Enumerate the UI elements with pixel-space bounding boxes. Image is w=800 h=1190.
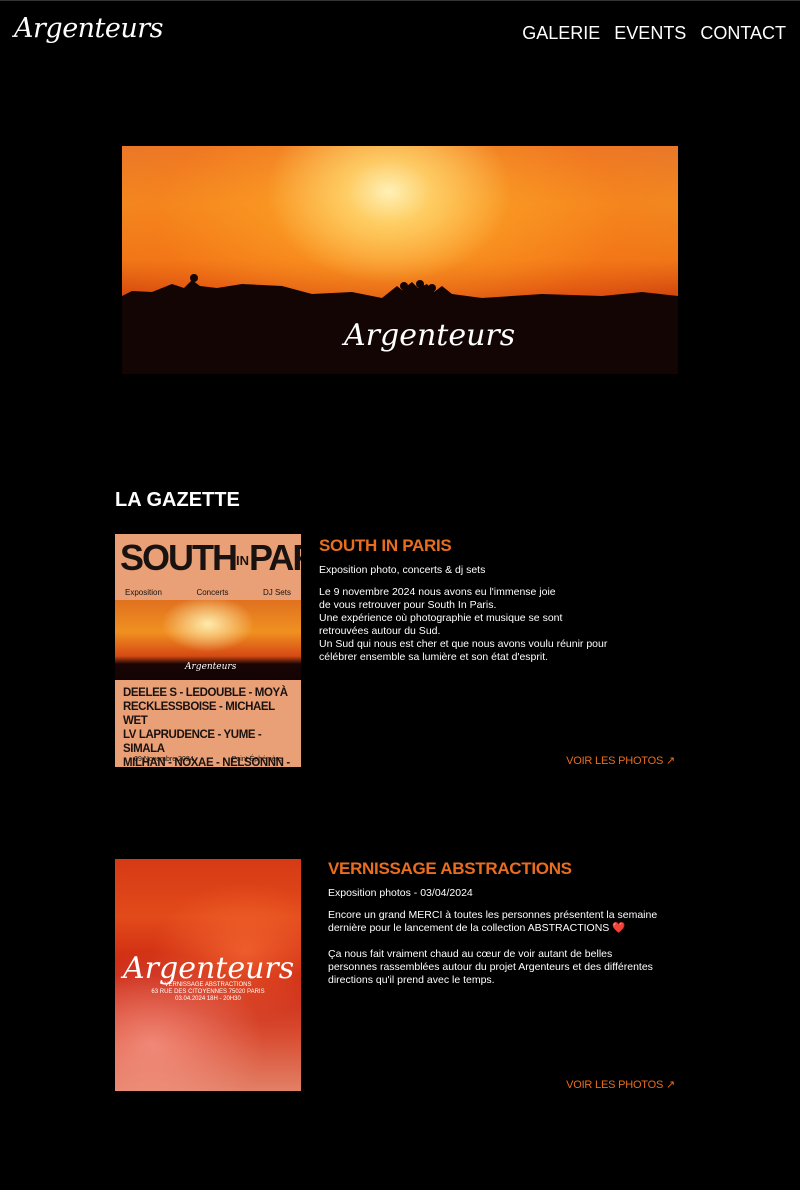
view-photos-link[interactable]: VOIR LES PHOTOS ↗	[566, 754, 675, 767]
poster-headline: SOUTHINPARIS	[120, 537, 301, 578]
nav-events[interactable]: EVENTS	[614, 23, 686, 44]
hero-logo: Argenteurs	[344, 318, 516, 353]
poster-photo: Argenteurs	[115, 600, 301, 680]
article-title[interactable]: SOUTH IN PARIS	[319, 536, 679, 556]
article-meta: Exposition photos - 03/04/2024	[328, 887, 473, 899]
poster-details: VERNISSAGE ABSTRACTIONS 63 RUE DES CITOY…	[151, 982, 265, 1002]
article-title[interactable]: VERNISSAGE ABSTRACTIONS	[328, 859, 688, 879]
article-south-in-paris: SOUTH IN PARIS Exposition photo, concert…	[319, 536, 679, 664]
article-body: Encore un grand MERCI à toutes les perso…	[328, 909, 658, 986]
south-in-paris-poster[interactable]: SOUTHINPARIS Exposition Concerts DJ Sets…	[115, 534, 301, 767]
article-body: Le 9 novembre 2024 nous avons eu l'immen…	[319, 586, 608, 663]
gazette-title: LA GAZETTE	[115, 489, 240, 511]
site-logo[interactable]: Argenteurs	[14, 13, 164, 44]
hero-banner: Argenteurs	[122, 146, 678, 374]
poster-photo-logo: Argenteurs	[185, 662, 237, 672]
poster-subheads: Exposition Concerts DJ Sets	[125, 588, 291, 597]
article-meta: Exposition photo, concerts & dj sets	[319, 564, 486, 576]
poster-footer: 09 Novembre 2024 Point Éphémère	[134, 756, 282, 763]
nav-contact[interactable]: CONTACT	[700, 23, 786, 44]
nav-galerie[interactable]: GALERIE	[522, 23, 600, 44]
abstractions-poster[interactable]: Argenteurs VERNISSAGE ABSTRACTIONS 63 RU…	[115, 859, 301, 1091]
poster-logo: Argenteurs	[123, 951, 295, 986]
main-nav: GALERIE EVENTS CONTACT	[522, 23, 786, 44]
view-photos-link[interactable]: VOIR LES PHOTOS ↗	[566, 1078, 675, 1091]
poster-lineup: DEELEE S - LEDOUBLE - MOYÀ RECKLESSBOISE…	[123, 687, 290, 767]
article-vernissage: VERNISSAGE ABSTRACTIONS Exposition photo…	[328, 859, 688, 987]
